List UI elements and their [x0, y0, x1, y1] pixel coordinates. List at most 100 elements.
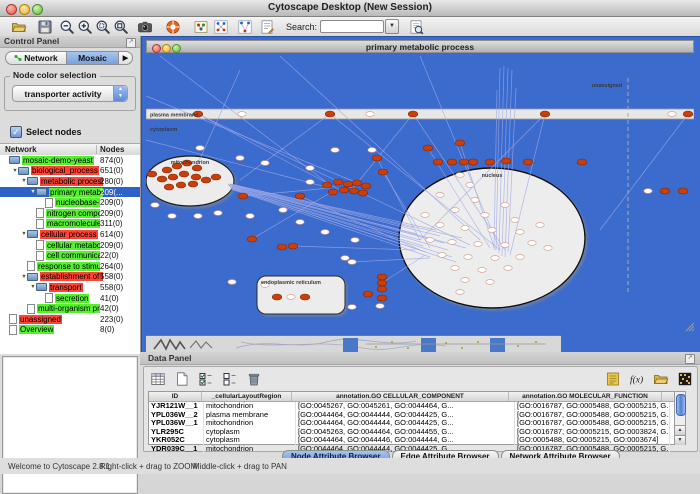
network-node-unselected[interactable]	[236, 156, 244, 161]
network-node[interactable]	[577, 159, 587, 165]
network-node[interactable]	[485, 159, 495, 165]
network-node-unselected[interactable]	[321, 230, 329, 235]
scroll-down-icon[interactable]: ▼	[675, 435, 685, 445]
network-node[interactable]	[191, 174, 201, 180]
import-attributes-icon[interactable]	[604, 370, 622, 388]
network-node[interactable]	[164, 184, 174, 190]
network-node[interactable]	[377, 286, 387, 292]
tree-row[interactable]: nitrogen compo209(0)	[0, 208, 140, 219]
tree-row[interactable]: unassigned223(0)	[0, 314, 140, 325]
network-minimize-icon[interactable]	[162, 44, 171, 53]
network-node-unselected[interactable]	[544, 246, 552, 251]
network-node-unselected[interactable]	[456, 173, 464, 178]
network-node[interactable]	[459, 159, 469, 165]
network-node[interactable]	[147, 171, 157, 177]
network-node-unselected[interactable]	[436, 193, 444, 198]
network-node-unselected[interactable]	[426, 238, 434, 243]
select-attributes-icon[interactable]	[197, 370, 215, 388]
table-scrollbar[interactable]: ▲ ▼	[674, 391, 686, 445]
tab-mosaic[interactable]: Mosaic	[67, 51, 119, 65]
network-node[interactable]	[272, 294, 282, 300]
network-node[interactable]	[377, 280, 387, 286]
network-node[interactable]	[333, 179, 343, 185]
network-window-titlebar[interactable]: primary metabolic process	[146, 40, 694, 53]
network-node-unselected[interactable]	[296, 220, 304, 225]
column-header[interactable]: _cellularLayoutRegion	[202, 392, 292, 401]
tree-row[interactable]: cellular metabo209(0)	[0, 240, 140, 251]
zoom-out-icon[interactable]	[58, 18, 76, 36]
network-node-unselected[interactable]	[436, 223, 444, 228]
zoom-fit-icon[interactable]	[112, 18, 130, 36]
network-node[interactable]	[358, 190, 368, 196]
network-node-unselected[interactable]	[481, 213, 489, 218]
more-tabs-icon[interactable]: ▶	[119, 51, 133, 65]
network-node[interactable]	[423, 145, 433, 151]
network-node-unselected[interactable]	[668, 112, 676, 117]
zoom-window-icon[interactable]	[32, 4, 43, 15]
network-node[interactable]	[349, 188, 359, 194]
network-node[interactable]	[343, 181, 353, 187]
network-node[interactable]	[179, 171, 189, 177]
network-node[interactable]	[501, 158, 511, 164]
network-node-unselected[interactable]	[486, 280, 494, 285]
network-node-unselected[interactable]	[279, 208, 287, 213]
network-node[interactable]	[238, 193, 248, 199]
network-node-unselected[interactable]	[464, 255, 472, 260]
network-node-unselected[interactable]	[451, 266, 459, 271]
network-node-unselected[interactable]	[504, 266, 512, 271]
network-node-unselected[interactable]	[341, 256, 349, 261]
network-node-unselected[interactable]	[246, 214, 254, 219]
network-node-unselected[interactable]	[474, 242, 482, 247]
network-node[interactable]	[176, 182, 186, 188]
canvas-resize-grip[interactable]	[686, 323, 694, 331]
network-node[interactable]	[523, 159, 533, 165]
network-node-unselected[interactable]	[451, 208, 459, 213]
select-nodes-checkbox[interactable]: ✓	[10, 126, 22, 138]
tab-network[interactable]: Network	[5, 51, 67, 65]
network-node-unselected[interactable]	[536, 223, 544, 228]
tree-row[interactable]: response to stimulu264(0)	[0, 261, 140, 272]
network-node-unselected[interactable]	[491, 256, 499, 261]
table-mode-icon[interactable]	[149, 370, 167, 388]
float-panel-icon[interactable]: ↗	[126, 38, 136, 48]
float-data-panel-icon[interactable]: ↗	[685, 354, 695, 364]
network-node-unselected[interactable]	[501, 243, 509, 248]
network-node[interactable]	[377, 274, 387, 280]
tree-row[interactable]: mosaic-demo-yeast874(0)	[0, 155, 140, 166]
network-edge[interactable]	[230, 187, 423, 246]
save-session-icon[interactable]	[36, 18, 54, 36]
tree-row[interactable]: nucleobase-209(0)	[0, 197, 140, 208]
table-row[interactable]: YJR121W__1mitochondrion[GO:0045267, GO:0…	[149, 402, 675, 411]
network-node-unselected[interactable]	[306, 180, 314, 185]
network-node[interactable]	[378, 169, 388, 175]
network-node[interactable]	[168, 174, 178, 180]
network-node-unselected[interactable]	[238, 112, 246, 117]
network-node[interactable]	[455, 140, 465, 146]
tree-col-nodes[interactable]: Nodes	[96, 145, 124, 154]
tree-row[interactable]: multi-organism pro42(0)	[0, 303, 140, 314]
network-node-unselected[interactable]	[528, 241, 536, 246]
layout-icon-1[interactable]	[212, 18, 230, 36]
table-row[interactable]: YPL036W__1mitochondrion[GO:0044464, GO:0…	[149, 419, 675, 428]
network-edge[interactable]	[195, 70, 240, 170]
network-node[interactable]	[468, 159, 478, 165]
tree-row[interactable]: Overview8(0)	[0, 325, 140, 336]
network-edge[interactable]	[228, 184, 414, 228]
network-node[interactable]	[660, 188, 670, 194]
network-node-unselected[interactable]	[368, 148, 376, 153]
network-node[interactable]	[678, 188, 688, 194]
table-row[interactable]: YPL036W__2plasma membrane[GO:0044464, GO…	[149, 411, 675, 420]
network-node[interactable]	[157, 176, 167, 182]
network-node[interactable]	[295, 193, 305, 199]
network-node-unselected[interactable]	[261, 161, 269, 166]
network-node[interactable]	[352, 180, 362, 186]
layout-icon-2[interactable]	[236, 18, 254, 36]
tree-row[interactable]: macromolecule311(0)	[0, 219, 140, 230]
network-node-unselected[interactable]	[348, 305, 356, 310]
network-edge[interactable]	[198, 114, 470, 245]
close-icon[interactable]	[6, 4, 17, 15]
network-node-unselected[interactable]	[366, 112, 374, 117]
network-node-unselected[interactable]	[516, 255, 524, 260]
delete-attribute-icon[interactable]	[245, 370, 263, 388]
network-node[interactable]	[328, 189, 338, 195]
